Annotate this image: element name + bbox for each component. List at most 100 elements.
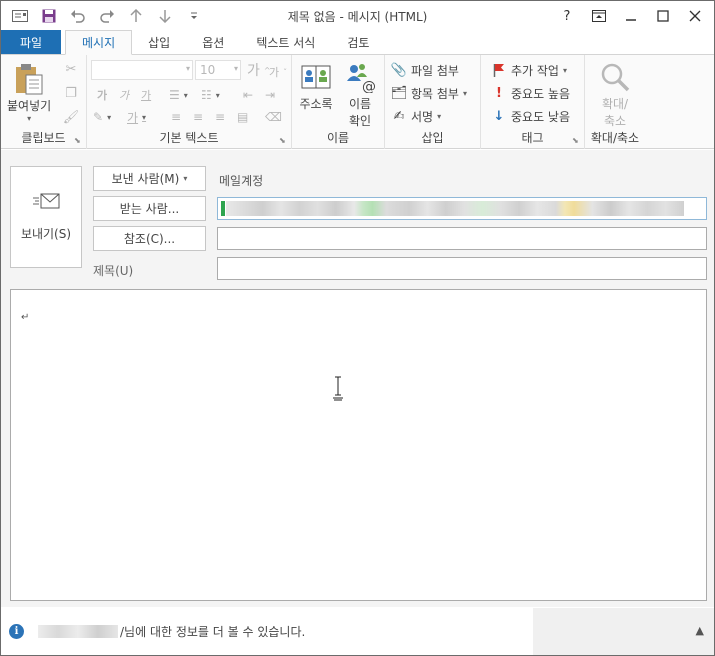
undo-icon[interactable]	[65, 5, 90, 27]
message-icon[interactable]	[7, 5, 32, 27]
signature-button[interactable]: ✍ 서명 ▾	[391, 106, 442, 126]
zoom-button-label-line1: 확대/	[601, 97, 629, 111]
zoom-button-label-line2: 축소	[603, 114, 627, 128]
low-importance-label: 중요도 낮음	[511, 109, 571, 124]
decrease-indent-button[interactable]: ⇤	[243, 85, 253, 105]
highlight-button[interactable]: ✎ ▾	[93, 107, 111, 127]
flag-icon	[491, 62, 507, 78]
text-cursor-icon	[333, 376, 343, 406]
font-name-combo[interactable]: ▾	[91, 60, 193, 80]
down-arrow-icon[interactable]	[152, 5, 177, 27]
to-button[interactable]: 받는 사람...	[93, 196, 206, 221]
cut-button[interactable]: ✂	[63, 59, 79, 79]
clear-formatting-button[interactable]: ⌫	[265, 107, 282, 127]
exclamation-icon: !	[496, 85, 502, 101]
from-button[interactable]: 보낸 사람(M) ▾	[93, 166, 206, 191]
grow-font-button[interactable]: 가 ^	[247, 60, 271, 80]
up-arrow-icon[interactable]	[123, 5, 148, 27]
redacted-recipient-list	[226, 201, 684, 216]
redo-icon[interactable]	[94, 5, 119, 27]
italic-label: 가	[119, 89, 130, 102]
justify-button[interactable]: ▤	[237, 107, 248, 127]
expand-people-pane-icon[interactable]: ▲	[696, 624, 704, 637]
close-icon[interactable]	[680, 3, 710, 29]
cc-field[interactable]	[217, 227, 707, 250]
to-field[interactable]	[217, 197, 707, 220]
follow-up-button[interactable]: 추가 작업 ▾	[491, 60, 567, 80]
signature-icon: ✍	[393, 108, 405, 124]
send-label: 보내기(S)	[20, 227, 72, 241]
tab-file[interactable]: 파일	[1, 30, 61, 54]
attach-item-icon: 🗂	[390, 85, 408, 101]
chevron-down-icon: ▾	[462, 88, 467, 98]
maximize-icon[interactable]	[648, 3, 678, 29]
tab-options[interactable]: 옵션	[186, 30, 240, 54]
paste-button[interactable]: 붙여넣기 ▾	[7, 61, 51, 123]
bullets-button[interactable]: ☰ ▾	[169, 85, 188, 105]
names-group-label: 이름	[326, 131, 350, 145]
paste-dropdown-icon[interactable]: ▾	[27, 114, 31, 123]
address-book-button[interactable]: 주소록	[298, 59, 334, 112]
cc-button[interactable]: 참조(C)...	[93, 226, 206, 251]
minimize-icon[interactable]	[616, 3, 646, 29]
high-importance-button[interactable]: ! 중요도 높음	[491, 83, 570, 103]
help-button[interactable]: ?	[552, 3, 582, 29]
signature-label: 서명	[411, 109, 434, 124]
ribbon-display-options-icon[interactable]	[584, 3, 614, 29]
to-button-label: 받는 사람...	[119, 202, 180, 216]
chevron-down-icon: ▾	[183, 90, 188, 100]
window-controls: ?	[552, 3, 710, 29]
font-color-label: 가	[127, 110, 139, 125]
subject-field[interactable]	[217, 257, 707, 280]
check-names-label-line2: 확인	[348, 114, 372, 128]
info-message[interactable]: /님에 대한 정보를 더 볼 수 있습니다.	[28, 623, 305, 640]
svg-text:@: @	[362, 79, 376, 93]
tab-format-text[interactable]: 텍스트 서식	[240, 30, 331, 54]
customize-qat-icon[interactable]	[181, 5, 206, 27]
cc-button-label: 참조(C)...	[123, 232, 176, 246]
attach-item-button[interactable]: 🗂 항목 첨부 ▾	[391, 83, 467, 103]
check-names-button[interactable]: @ 이름 확인	[342, 59, 378, 129]
low-importance-button[interactable]: ↓ 중요도 낮음	[491, 106, 570, 126]
message-header: 보내기(S) 보낸 사람(M) ▾ 메일계정 받는 사람... 참조(C)...…	[1, 150, 714, 288]
underline-label: 가	[141, 89, 152, 102]
format-painter-button[interactable]: 🖌	[63, 107, 80, 127]
bold-button[interactable]: 가	[97, 85, 107, 105]
copy-button[interactable]: ❐	[63, 83, 79, 103]
align-center-button[interactable]: ≡	[193, 107, 203, 127]
tab-insert[interactable]: 삽입	[132, 30, 186, 54]
tags-launcher-icon[interactable]: ⬊	[572, 136, 581, 145]
zoom-button[interactable]: 확대/ 축소	[593, 59, 637, 129]
attach-file-button[interactable]: 📎 파일 첨부	[391, 60, 459, 80]
clipboard-launcher-icon[interactable]: ⬊	[74, 136, 83, 145]
send-icon	[32, 192, 60, 213]
shrink-font-button[interactable]: 가ˇ	[269, 62, 287, 82]
numbering-icon: ☷	[201, 88, 212, 102]
font-size-combo[interactable]: 10 ▾	[195, 60, 241, 80]
message-body-editor[interactable]: ↵	[10, 289, 707, 601]
underline-button[interactable]: 가	[141, 85, 151, 105]
scissors-icon: ✂	[65, 61, 77, 77]
paste-icon	[11, 61, 47, 97]
align-left-button[interactable]: ≡	[171, 107, 181, 127]
chevron-down-icon: ▾	[233, 64, 238, 73]
tab-review[interactable]: 검토	[331, 30, 385, 54]
font-color-button[interactable]: 가 ▾	[127, 107, 146, 127]
align-center-icon: ≡	[193, 110, 204, 124]
align-right-button[interactable]: ≡	[215, 107, 225, 127]
zoom-group: 확대/ 축소 확대/축소	[585, 55, 645, 149]
basic-text-launcher-icon[interactable]: ⬊	[279, 136, 288, 145]
numbering-button[interactable]: ☷ ▾	[201, 85, 220, 105]
high-importance-label: 중요도 높음	[511, 86, 571, 101]
info-icon: i	[9, 624, 24, 639]
include-group: 📎 파일 첨부 🗂 항목 첨부 ▾ ✍ 서명 ▾ 삽입	[385, 55, 481, 149]
font-size-value: 10	[200, 63, 216, 77]
increase-indent-button[interactable]: ⇥	[265, 85, 275, 105]
send-button[interactable]: 보내기(S)	[10, 166, 82, 268]
save-icon[interactable]	[36, 5, 61, 27]
italic-button[interactable]: 가	[119, 85, 129, 105]
chevron-down-icon: ▾	[183, 174, 188, 183]
tab-message[interactable]: 메시지	[65, 30, 133, 55]
paragraph-mark: ↵	[21, 312, 30, 323]
title-bar: 제목 없음 - 메시지 (HTML) ?	[1, 1, 714, 31]
